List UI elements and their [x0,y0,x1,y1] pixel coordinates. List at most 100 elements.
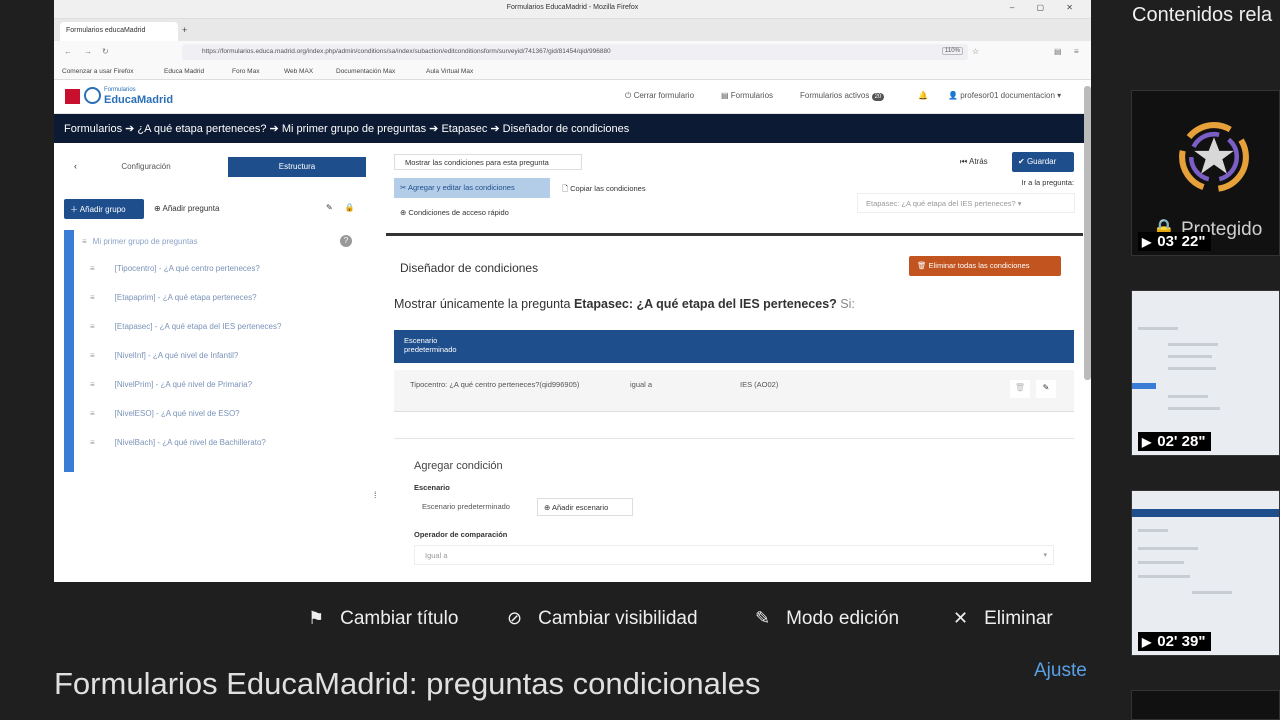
thumbnail-preview [1132,383,1156,389]
goto-question-select[interactable]: Etapasec: ¿A qué etapa del IES pertenece… [857,193,1075,213]
drag-handle-icon[interactable]: ≡ [90,322,95,331]
window-title: Formularios EducaMadrid - Mozilla Firefo… [506,4,639,11]
edit-mode-button[interactable]: ✎ Modo edición [755,608,899,630]
breadcrumb-item[interactable]: Etapasec [441,123,487,135]
library-icon[interactable]: ▤ [1054,47,1062,56]
zoom-level[interactable]: 110% [942,47,963,55]
thumbnail-preview [1168,355,1212,358]
show-conditions-button[interactable]: Mostrar las condiciones para esta pregun… [394,154,582,170]
list-item[interactable]: ≡ [Tipocentro] - ¿A qué centro perteneces… [90,264,366,273]
star-icon[interactable]: ☆ [972,47,979,56]
change-title-label: Cambiar título [340,608,459,629]
divider [394,438,1074,439]
new-tab-icon[interactable]: + [182,25,187,35]
list-item[interactable]: ≡ [NivelESO] - ¿A qué nivel de ESO? [90,409,366,418]
bookmark-item[interactable]: Web MAX [284,68,313,75]
breadcrumb-item[interactable]: ¿A qué etapa perteneces? [137,123,266,135]
add-group-button[interactable]: ＋ Añadir grupo [64,199,144,219]
forms-link[interactable]: ▤ Formularios [721,91,773,100]
drag-handle-icon[interactable]: ≡ [90,293,95,302]
close-form-link[interactable]: ⏻ Cerrar formulario [625,91,694,101]
resize-handle[interactable]: ⁞ [374,490,377,500]
delete-all-conditions-button[interactable]: 🗑 Eliminar todas las condiciones [909,256,1061,276]
left-tabs: ‹ Configuración Estructura [64,157,366,177]
left-tools: ✎🔒 [326,203,367,212]
active-forms-link[interactable]: Formularios activos 20 [800,91,885,101]
duration-badge: ▶ 02' 28" [1138,432,1212,451]
related-thumbnail[interactable]: ▶ 02' 28" [1131,290,1280,456]
add-question-button[interactable]: ⊕ Añadir pregunta [150,199,240,219]
related-thumbnail[interactable]: ▶ 02' 39" [1131,490,1280,656]
change-title-button[interactable]: ⚑ Cambiar título [308,608,458,630]
drag-handle-icon[interactable]: ≡ [90,264,95,273]
bookmark-item[interactable]: Comenzar a usar Firefox [62,68,134,75]
edit-icon[interactable]: ✎ [326,203,345,212]
question-tree: ≡ Mi primer grupo de preguntas ? ≡ [Tipoce… [64,230,366,472]
drag-handle-icon[interactable]: ≡ [90,409,95,418]
browser-tab[interactable]: Formularios educaMadrid [60,22,178,41]
list-item[interactable]: ≡ [NivelPrim] - ¿A qué nivel de Primaria? [90,380,366,389]
bookmark-item[interactable]: Educa Madrid [164,68,204,75]
settings-link[interactable]: Ajuste [1034,660,1087,682]
forward-icon[interactable]: → [84,47,92,56]
reload-icon[interactable]: ↻ [102,47,109,56]
related-thumbnail[interactable]: 🔒 Protegido ▶ 03' 22" [1131,90,1280,256]
change-visibility-button[interactable]: ⊘ Cambiar visibilidad [507,608,698,630]
related-thumbnail[interactable] [1131,690,1280,720]
close-icon: ✕ [953,608,969,628]
quick-conditions-button[interactable]: ⊕ Condiciones de acceso rápido [394,203,544,223]
bell-icon[interactable]: 🔔 [918,91,928,100]
video-frame[interactable]: Formularios EducaMadrid - Mozilla Firefo… [54,0,1091,582]
thumbnail-preview [1138,529,1168,532]
thumbnail-preview [1132,509,1279,517]
list-item[interactable]: ≡ [Etapaprim] - ¿A qué etapa perteneces? [90,293,366,302]
tab-configuration[interactable]: ‹ Configuración [64,157,228,177]
add-scenario-button[interactable]: ⊕ Añadir escenario [537,498,633,516]
drag-handle-icon[interactable]: ≡ [90,351,95,360]
browser-tabbar: Formularios educaMadrid + [54,19,1091,41]
operator-select[interactable]: Igual a ▾ [414,545,1054,565]
scenario-header: Escenario predeterminado [394,330,1074,363]
user-menu[interactable]: 👤 profesor01 documentacion ▾ [948,91,1061,100]
pencil-icon: ✎ [755,608,771,628]
list-item[interactable]: ≡ [NivelBach] - ¿A qué nivel de Bachiller… [90,438,366,447]
condition-value: IES (AO02) [740,380,779,389]
tab-configuration-label: Configuración [121,162,171,171]
copy-conditions-button[interactable]: 🗋 Copiar las condiciones [556,178,676,198]
back-button[interactable]: ⏮ Atrás [954,153,1004,171]
breadcrumb-item[interactable]: Formularios [64,123,122,135]
lock-icon[interactable]: 🔒 [345,203,367,212]
active-forms-badge: 20 [871,93,885,101]
drag-handle-icon[interactable]: ≡ [90,380,95,389]
edit-conditions-button[interactable]: ✂ Agregar y editar las condiciones [394,178,550,198]
back-icon[interactable]: ← [64,47,72,56]
edit-condition-icon[interactable]: ✎ [1036,380,1056,398]
collapse-icon[interactable]: ‹ [74,161,77,171]
scenario-default-option[interactable]: Escenario predeterminado [416,498,534,516]
madrid-logo-icon [65,89,80,104]
list-item[interactable]: ≡ [Etapasec] - ¿A qué etapa del IES perte… [90,322,366,331]
tree-group[interactable]: ≡ Mi primer grupo de preguntas ? [82,235,362,247]
drag-handle-icon[interactable]: ≡ [82,237,87,246]
window-controls-icon: – ▢ ✕ [1009,3,1083,12]
summary-suffix: Si: [840,297,855,311]
drag-handle-icon[interactable]: ≡ [90,438,95,447]
bookmark-item[interactable]: Documentación Max [336,68,395,75]
delete-button[interactable]: ✕ Eliminar [953,608,1053,630]
help-icon[interactable]: ? [340,235,352,247]
save-button[interactable]: ✔ Guardar [1012,152,1074,172]
menu-icon[interactable]: ≡ [1074,47,1079,56]
list-item[interactable]: ≡ [NivelInf] - ¿A qué nivel de Infantil? [90,351,366,360]
video-page: Formularios EducaMadrid - Mozilla Firefo… [0,0,1280,720]
scrollbar[interactable] [1084,86,1091,380]
logo-title[interactable]: EducaMadrid [104,94,173,106]
goto-label: Ir a la pregunta: [1021,178,1074,187]
bookmark-item[interactable]: Foro Max [232,68,259,75]
summary-prefix: Mostrar únicamente la pregunta [394,297,571,311]
bookmark-item[interactable]: Aula Virtual Max [426,68,473,75]
breadcrumb-item[interactable]: Mi primer grupo de preguntas [282,123,426,135]
tab-structure[interactable]: Estructura [228,157,366,177]
active-forms-label: Formularios activos [800,91,870,100]
delete-condition-icon[interactable]: 🗑 [1010,380,1030,398]
url-input[interactable]: https://formularios.educa.madrid.org/ind… [182,44,968,60]
